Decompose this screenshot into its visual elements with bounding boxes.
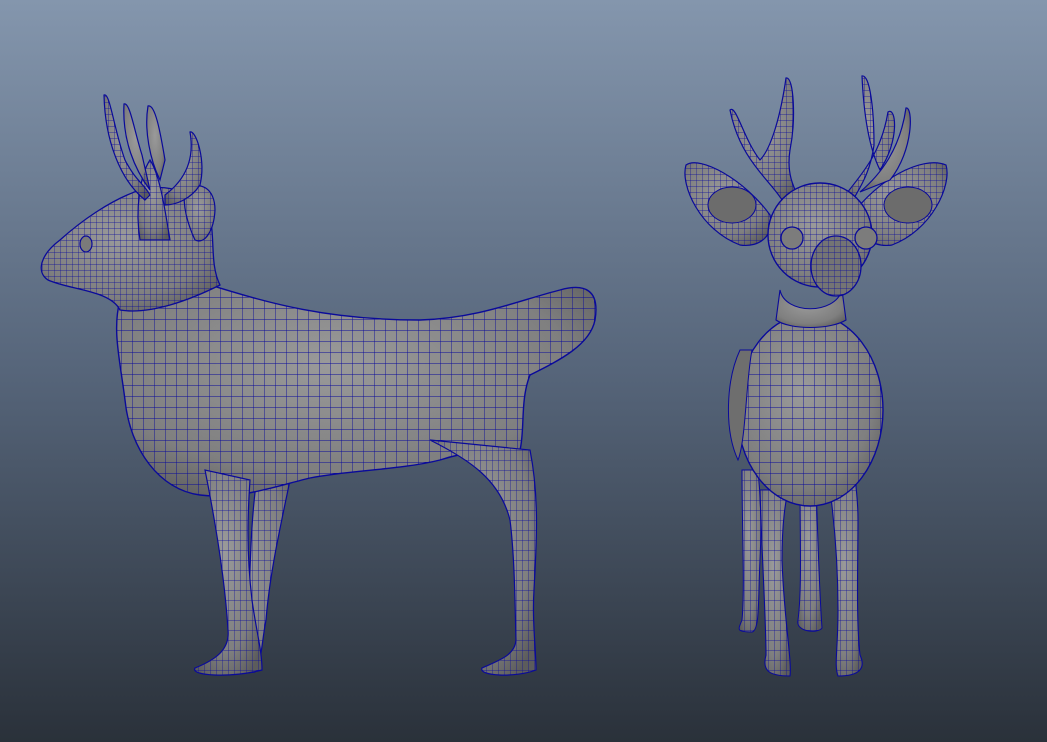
eye-icon xyxy=(79,235,93,253)
3d-viewport[interactable] xyxy=(0,0,1047,742)
right-eye-icon xyxy=(854,226,878,250)
viewport-canvas[interactable] xyxy=(0,0,1047,742)
left-eye-icon xyxy=(780,226,804,250)
